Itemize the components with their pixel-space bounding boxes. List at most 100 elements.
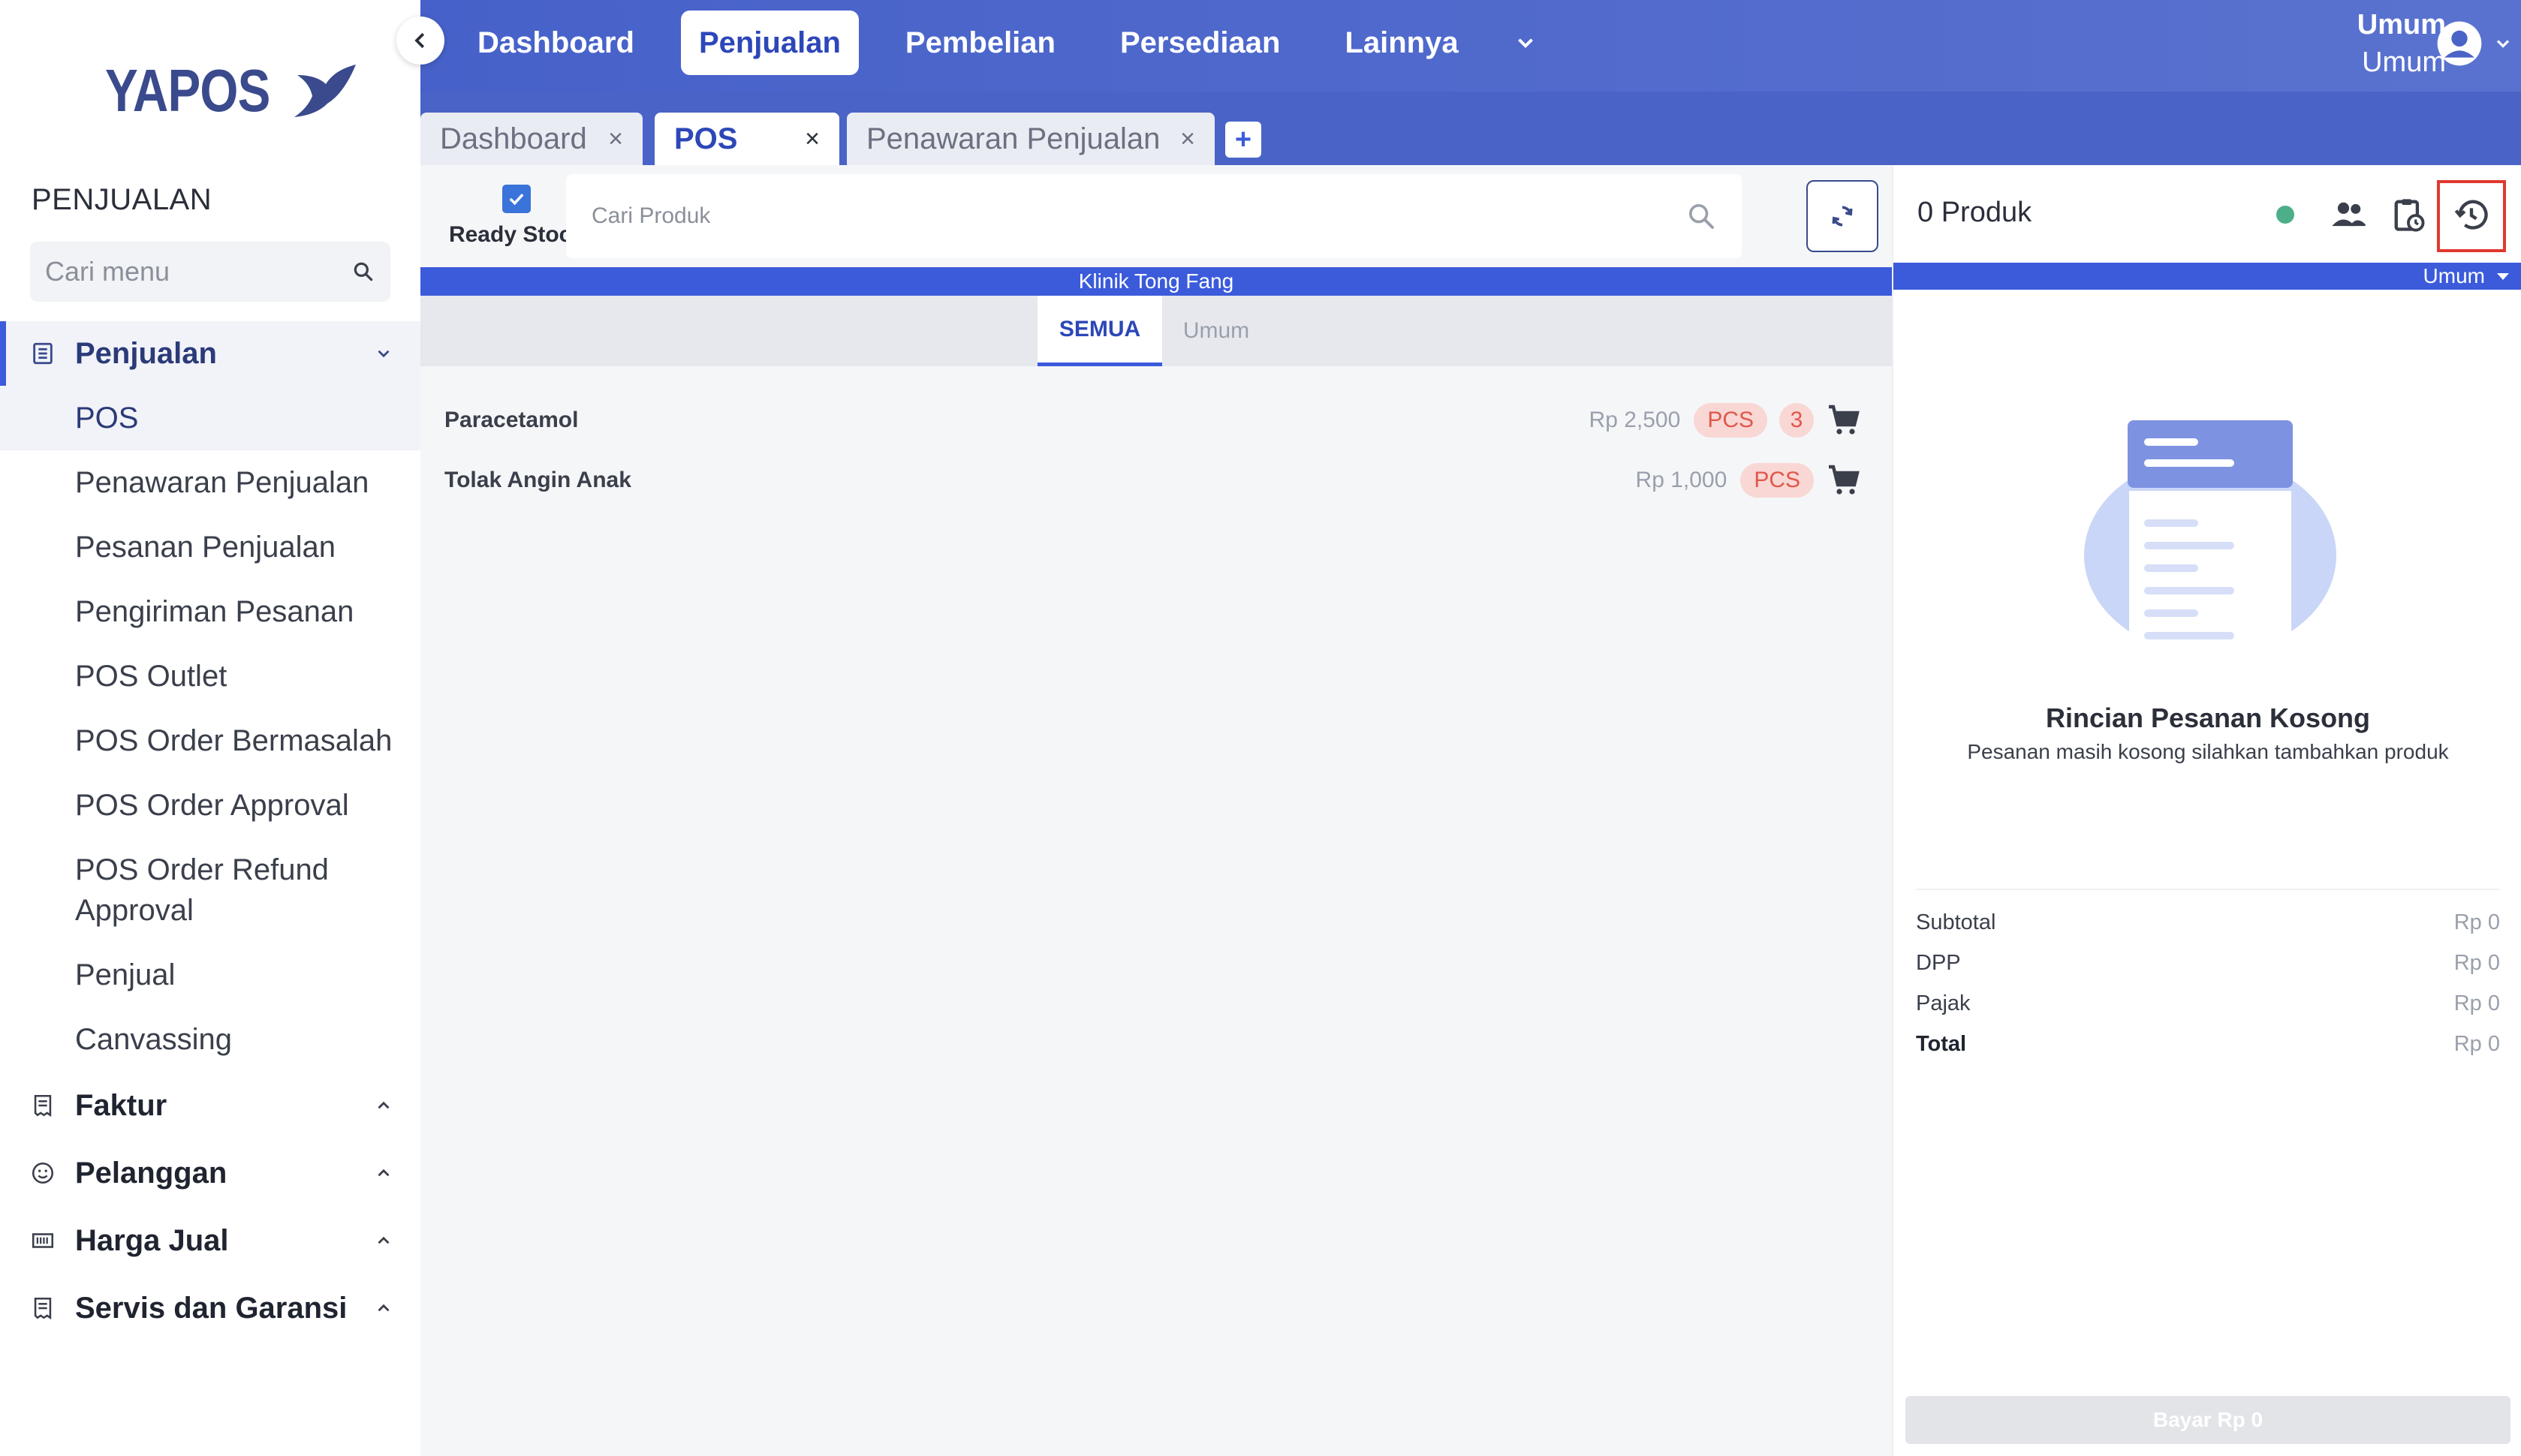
smile-icon (30, 1160, 56, 1186)
tab-dashboard[interactable]: Dashboard × (420, 113, 643, 165)
menu-search-input[interactable]: Cari menu (30, 242, 390, 302)
chevron-down-icon[interactable] (374, 344, 393, 363)
chevron-down-icon (1517, 38, 1533, 49)
category-tab-semua[interactable]: SEMUA (1038, 296, 1162, 366)
chevron-up-icon[interactable] (374, 1231, 393, 1250)
barcode-icon (30, 1228, 56, 1253)
total-value: Rp 0 (2453, 1031, 2500, 1056)
sidebar-group-label: Pelanggan (75, 1156, 227, 1190)
menu-search-placeholder: Cari menu (45, 256, 170, 287)
topnav-penjualan[interactable]: Penjualan (680, 11, 859, 75)
sync-icon (1832, 206, 1853, 227)
sidebar-group-label: Harga Jual (75, 1223, 229, 1257)
search-icon[interactable] (1686, 201, 1716, 231)
order-clipboard-button[interactable] (2389, 195, 2428, 234)
customer-select[interactable]: Umum (1893, 263, 2521, 290)
caret-down-icon (2497, 273, 2509, 280)
product-search-input[interactable]: Cari Produk (566, 174, 1742, 258)
dpp-row: DPP Rp 0 (1916, 943, 2500, 983)
cart-icon[interactable] (1826, 402, 1862, 438)
unit-badge: PCS (1740, 463, 1814, 498)
receipt-icon (30, 1093, 56, 1118)
category-tabs: SEMUA Umum (420, 296, 1892, 366)
order-panel: 0 Produk Umum Rincian Pesanan Kosong Pes… (1892, 165, 2521, 1456)
topnav-more-dropdown[interactable] (1505, 11, 1546, 75)
product-row[interactable]: Paracetamol Rp 2,500 PCS 3 (420, 390, 1892, 450)
total-label: Pajak (1916, 991, 1971, 1015)
topnav-dashboard[interactable]: Dashboard (459, 11, 652, 75)
user-role: Umum (2362, 47, 2446, 78)
sidebar-group-pelanggan[interactable]: Pelanggan (0, 1139, 420, 1207)
document-list-icon (30, 341, 56, 366)
sidebar-item-pos-outlet[interactable]: POS Outlet (0, 644, 420, 708)
customer-button[interactable] (2329, 195, 2368, 234)
close-icon[interactable]: × (805, 125, 820, 154)
topnav-persediaan[interactable]: Persediaan (1102, 11, 1298, 75)
brand-name: YAPOS (105, 57, 270, 124)
add-tab-button[interactable]: + (1225, 122, 1261, 158)
sidebar-group-label: Penjualan (75, 336, 217, 370)
topnav-pembelian[interactable]: Pembelian (887, 11, 1074, 75)
ready-stock-checkbox[interactable] (502, 185, 531, 213)
topnav-lainnya[interactable]: Lainnya (1327, 11, 1476, 75)
search-icon[interactable] (351, 260, 375, 284)
sidebar-item-pos[interactable]: POS (0, 386, 420, 450)
sidebar-item-penawaran-penjualan[interactable]: Penawaran Penjualan (0, 450, 420, 515)
order-totals: Subtotal Rp 0 DPP Rp 0 Pajak Rp 0 Total … (1916, 889, 2500, 1064)
empty-order-title: Rincian Pesanan Kosong (2045, 702, 2371, 733)
product-row[interactable]: Tolak Angin Anak Rp 1,000 PCS (420, 450, 1892, 510)
product-price: Rp 2,500 (1589, 408, 1681, 432)
empty-order-subtitle: Pesanan masih kosong silahkan tambahkan … (1967, 740, 2449, 763)
sidebar-item-pos-order-approval[interactable]: POS Order Approval (0, 773, 420, 838)
chevron-up-icon[interactable] (374, 1163, 393, 1183)
sidebar-group-servis-dan-garansi[interactable]: Servis dan Garansi (0, 1274, 420, 1342)
sidebar-group-label: Faktur (75, 1088, 167, 1122)
pay-button[interactable]: Bayar Rp 0 (1905, 1396, 2510, 1444)
sidebar-item-pengiriman-pesanan[interactable]: Pengiriman Pesanan (0, 579, 420, 644)
tab-label: Penawaran Penjualan (866, 122, 1161, 155)
user-name: Umum (2357, 9, 2446, 41)
product-name: Paracetamol (444, 408, 579, 432)
sidebar-item-pos-order-bermasalah[interactable]: POS Order Bermasalah (0, 708, 420, 773)
empty-receipt-illustration (2084, 420, 2336, 657)
sidebar-item-canvassing[interactable]: Canvassing (0, 1007, 420, 1072)
order-header: 0 Produk (1893, 165, 2521, 263)
top-nav: Dashboard Penjualan Pembelian Persediaan… (459, 11, 1574, 75)
chevron-down-icon[interactable] (2492, 33, 2513, 54)
user-avatar-icon[interactable] (2435, 20, 2483, 68)
chevron-up-icon[interactable] (374, 1096, 393, 1115)
sync-button[interactable] (1806, 180, 1878, 252)
user-info[interactable]: Umum Umum (2357, 6, 2446, 81)
tab-penawaran-penjualan[interactable]: Penawaran Penjualan × (847, 113, 1215, 165)
pos-toolbar: Ready Stock Cari Produk (420, 165, 1892, 267)
outlet-name-bar: Klinik Tong Fang (420, 267, 1892, 296)
sidebar-group-harga-jual[interactable]: Harga Jual (0, 1207, 420, 1274)
pos-product-area: Ready Stock Cari Produk Klinik Tong Fang… (420, 165, 1892, 1456)
brand-logo[interactable]: YAPOS (105, 57, 359, 125)
close-icon[interactable]: × (1180, 125, 1195, 154)
chevron-up-icon[interactable] (374, 1298, 393, 1318)
product-price: Rp 1,000 (1635, 468, 1727, 492)
cart-icon[interactable] (1826, 462, 1862, 498)
online-status-indicator (2276, 206, 2294, 224)
sidebar-group-label: Servis dan Garansi (75, 1291, 348, 1325)
product-count: 0 Produk (1917, 197, 2032, 228)
sidebar-item-pesanan-penjualan[interactable]: Pesanan Penjualan (0, 515, 420, 579)
tab-pos[interactable]: POS × (655, 113, 839, 165)
sidebar-group-faktur[interactable]: Faktur (0, 1072, 420, 1139)
product-name: Tolak Angin Anak (444, 468, 631, 492)
sidebar: YAPOS PENJUALAN Cari menu Penjualan POS … (0, 0, 420, 1456)
sidebar-nav: Penjualan POS Penawaran Penjualan Pesana… (0, 321, 420, 1342)
subtotal-row: Subtotal Rp 0 (1916, 902, 2500, 943)
sidebar-item-penjual[interactable]: Penjual (0, 943, 420, 1007)
close-icon[interactable]: × (608, 125, 623, 154)
quantity-badge: 3 (1779, 403, 1814, 438)
total-value: Rp 0 (2453, 910, 2500, 934)
sidebar-item-pos-order-refund-approval[interactable]: POS Order Refund Approval (0, 838, 420, 943)
sidebar-section-title: PENJUALAN (32, 183, 212, 216)
sidebar-collapse-button[interactable] (396, 17, 444, 65)
sidebar-group-penjualan[interactable]: Penjualan (0, 321, 420, 386)
open-tabs-bar: Dashboard × POS × Penawaran Penjualan × … (420, 92, 2521, 165)
category-tab-umum[interactable]: Umum (1171, 296, 1261, 366)
top-navigation-bar: Dashboard Penjualan Pembelian Persediaan… (420, 0, 2521, 92)
